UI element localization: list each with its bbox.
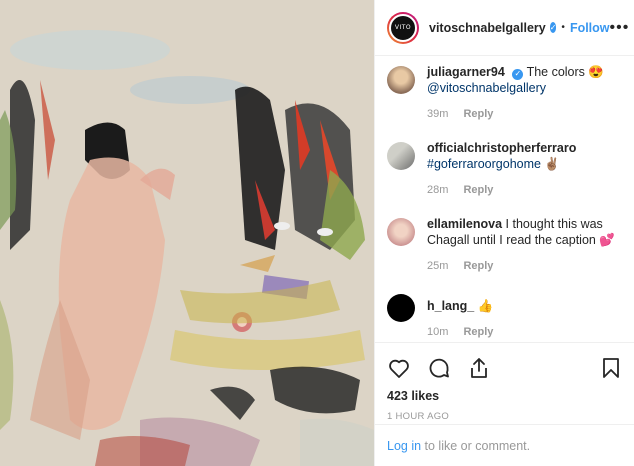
comment-icon[interactable]: [427, 356, 451, 380]
comment-item: ellamilenova I thought this was Chagall …: [387, 216, 622, 272]
header-separator: •: [561, 22, 565, 33]
more-options-icon[interactable]: •••: [610, 19, 630, 37]
comment-hashtag-link[interactable]: #goferraroorgohome ✌🏽: [427, 157, 560, 171]
comments-list: juliagarner94 ✓ The colors 😍 @vitoschnab…: [375, 56, 634, 346]
verified-badge-icon: ✓: [549, 22, 557, 33]
comment-text: 👍: [477, 299, 494, 313]
comment-time: 39m: [427, 108, 449, 120]
action-icons-row: [375, 343, 634, 383]
comment-item: juliagarner94 ✓ The colors 😍 @vitoschnab…: [387, 64, 622, 120]
comment-text: The colors 😍: [526, 65, 604, 79]
comment-username[interactable]: officialchristopherferraro: [427, 141, 576, 155]
gallery-avatar-logo: VITO: [389, 13, 417, 42]
comment-username[interactable]: ellamilenova: [427, 217, 502, 231]
reply-button[interactable]: Reply: [463, 326, 493, 338]
comment-time: 28m: [427, 184, 449, 196]
login-prompt: Log in to like or comment.: [375, 424, 634, 466]
comment-time: 10m: [427, 326, 449, 338]
post-side-panel: VITO vitoschnabelgallery ✓ • Follow ••• …: [374, 0, 634, 466]
commenter-avatar[interactable]: [387, 142, 415, 170]
post-actions: 423 likes 1 HOUR AGO: [375, 342, 634, 422]
bookmark-icon[interactable]: [599, 356, 623, 380]
comment-username[interactable]: h_lang_: [427, 299, 474, 313]
painting-artwork: [0, 0, 374, 466]
commenter-avatar[interactable]: [387, 218, 415, 246]
comment-time: 25m: [427, 260, 449, 272]
post-header: VITO vitoschnabelgallery ✓ • Follow •••: [375, 0, 634, 56]
reply-button[interactable]: Reply: [463, 108, 493, 120]
gallery-avatar[interactable]: VITO: [387, 11, 419, 44]
comment-item: officialchristopherferraro #goferraroorg…: [387, 140, 622, 196]
heart-icon[interactable]: [387, 356, 411, 380]
post-image[interactable]: [0, 0, 374, 466]
likes-count[interactable]: 423 likes: [375, 383, 634, 403]
header-username[interactable]: vitoschnabelgallery: [429, 21, 546, 35]
reply-button[interactable]: Reply: [463, 184, 493, 196]
commenter-avatar[interactable]: [387, 66, 415, 94]
comment-username[interactable]: juliagarner94: [427, 65, 505, 79]
share-icon[interactable]: [467, 356, 491, 380]
login-prompt-text: to like or comment.: [421, 439, 531, 453]
comment-mention-link[interactable]: @vitoschnabelgallery: [427, 81, 546, 95]
login-link[interactable]: Log in: [387, 439, 421, 453]
verified-badge-icon: ✓: [512, 68, 524, 80]
commenter-avatar[interactable]: [387, 294, 415, 322]
post-timestamp: 1 HOUR AGO: [387, 411, 450, 422]
follow-button[interactable]: Follow: [570, 21, 610, 35]
comment-item: h_lang_ 👍 10m Reply: [387, 292, 622, 338]
reply-button[interactable]: Reply: [463, 260, 493, 272]
